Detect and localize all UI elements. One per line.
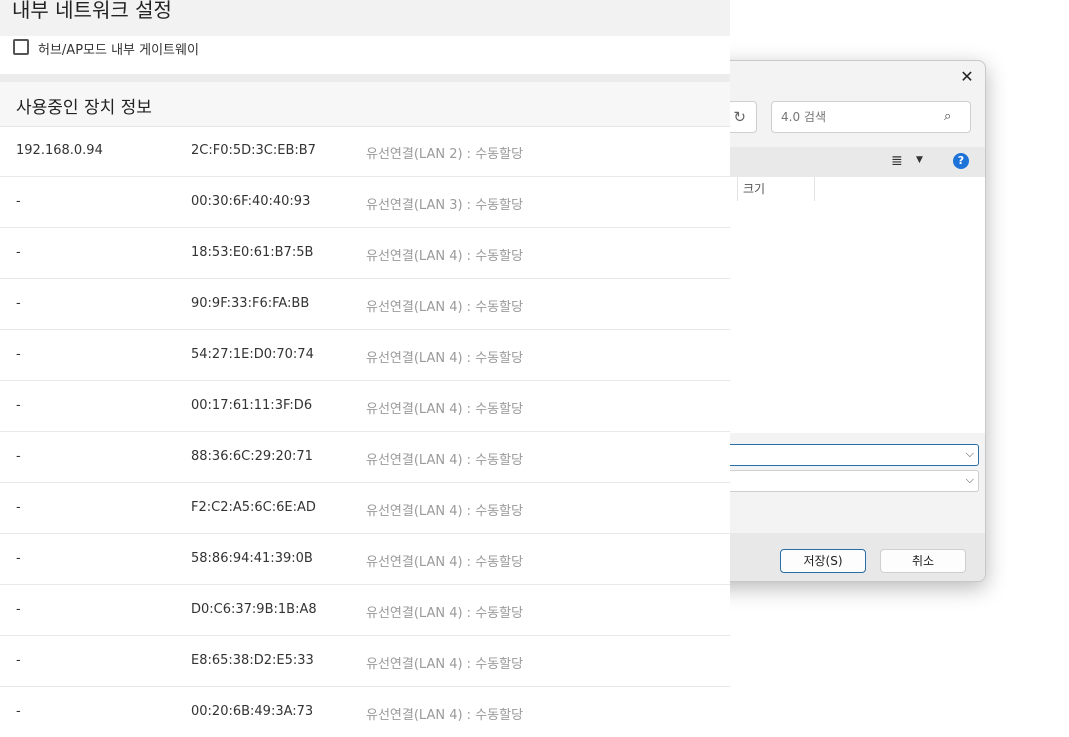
section-header: 사용중인 장치 정보 bbox=[0, 82, 730, 127]
table-row: - 58:86:94:41:39:0B 유선연결(LAN 4) : 수동할당 bbox=[0, 534, 730, 585]
device-connection: 유선연결(LAN 3) : 수동할당 bbox=[366, 198, 524, 213]
column-header-size[interactable]: 크기 bbox=[737, 177, 815, 201]
page-title: 내부 네트워크 설정 bbox=[12, 0, 172, 22]
device-mac: 2C:F0:5D:3C:EB:B7 bbox=[191, 143, 316, 158]
search-input[interactable] bbox=[771, 101, 971, 133]
table-row: - 54:27:1E:D0:70:74 유선연결(LAN 4) : 수동할당 bbox=[0, 330, 730, 381]
device-ip: - bbox=[16, 704, 21, 719]
table-row: - 90:9F:33:F6:FA:BB 유선연결(LAN 4) : 수동할당 bbox=[0, 279, 730, 330]
table-row: 192.168.0.94 2C:F0:5D:3C:EB:B7 유선연결(LAN 2)… bbox=[0, 126, 730, 177]
table-row: - 88:36:6C:29:20:71 유선연결(LAN 4) : 수동할당 bbox=[0, 432, 730, 483]
device-connection: 유선연결(LAN 4) : 수동할당 bbox=[366, 402, 524, 417]
device-connection: 유선연결(LAN 4) : 수동할당 bbox=[366, 351, 524, 366]
save-button[interactable]: 저장(S) bbox=[780, 549, 866, 573]
device-connection: 유선연결(LAN 4) : 수동할당 bbox=[366, 657, 524, 672]
save-dialog: ✕ ↻ ⌕ ≣ ▼ ? 크기 ⌵ ⌵ 저장(S) 취소 bbox=[690, 60, 986, 582]
device-connection: 유선연결(LAN 4) : 수동할당 bbox=[366, 504, 524, 519]
section-divider bbox=[0, 74, 730, 82]
device-connection: 유선연결(LAN 4) : 수동할당 bbox=[366, 300, 524, 315]
help-icon[interactable]: ? bbox=[953, 153, 969, 169]
chevron-down-icon[interactable]: ⌵ bbox=[966, 473, 974, 487]
device-connection: 유선연결(LAN 2) : 수동할당 bbox=[366, 147, 524, 162]
network-settings-page: 내부 네트워크 설정 허브/AP모드 내부 게이트웨이 사용중인 장치 정보 1… bbox=[0, 0, 730, 737]
chevron-down-icon[interactable]: ▼ bbox=[916, 155, 923, 165]
device-mac: 58:86:94:41:39:0B bbox=[191, 551, 313, 566]
hub-ap-mode-label[interactable]: 허브/AP모드 내부 게이트웨이 bbox=[38, 39, 199, 58]
device-mac: 54:27:1E:D0:70:74 bbox=[191, 347, 314, 362]
section-title: 사용중인 장치 정보 bbox=[16, 98, 152, 118]
close-icon[interactable]: ✕ bbox=[957, 67, 977, 87]
search-icon[interactable]: ⌕ bbox=[944, 109, 960, 125]
chevron-down-icon[interactable]: ⌵ bbox=[966, 447, 974, 461]
device-ip: 192.168.0.94 bbox=[16, 143, 103, 158]
dialog-footer: 저장(S) 취소 bbox=[691, 533, 985, 581]
filetype-select[interactable]: ⌵ bbox=[691, 470, 979, 492]
device-ip: - bbox=[16, 194, 21, 209]
table-row: - 18:53:E0:61:B7:5B 유선연결(LAN 4) : 수동할당 bbox=[0, 228, 730, 279]
device-mac: 88:36:6C:29:20:71 bbox=[191, 449, 313, 464]
table-row: - 00:17:61:11:3F:D6 유선연결(LAN 4) : 수동할당 bbox=[0, 381, 730, 432]
device-connection: 유선연결(LAN 4) : 수동할당 bbox=[366, 555, 524, 570]
device-ip: - bbox=[16, 500, 21, 515]
table-row: - 00:20:6B:49:3A:73 유선연결(LAN 4) : 수동할당 bbox=[0, 687, 730, 737]
dialog-toolbar bbox=[691, 147, 985, 177]
device-ip: - bbox=[16, 347, 21, 362]
device-mac: 90:9F:33:F6:FA:BB bbox=[191, 296, 310, 311]
device-ip: - bbox=[16, 449, 21, 464]
view-options-icon[interactable]: ≣ bbox=[891, 153, 903, 169]
device-connection: 유선연결(LAN 4) : 수동할당 bbox=[366, 708, 524, 723]
file-list[interactable]: 크기 bbox=[691, 177, 985, 433]
page-header: 내부 네트워크 설정 bbox=[0, 0, 730, 36]
cancel-button[interactable]: 취소 bbox=[880, 549, 966, 573]
device-connection: 유선연결(LAN 4) : 수동할당 bbox=[366, 453, 524, 468]
device-connection: 유선연결(LAN 4) : 수동할당 bbox=[366, 249, 524, 264]
device-ip: - bbox=[16, 653, 21, 668]
device-mac: 18:53:E0:61:B7:5B bbox=[191, 245, 314, 260]
hub-ap-mode-checkbox[interactable] bbox=[13, 39, 29, 55]
table-row: - E8:65:38:D2:E5:33 유선연결(LAN 4) : 수동할당 bbox=[0, 636, 730, 687]
filename-field[interactable]: ⌵ bbox=[691, 444, 979, 466]
device-connection: 유선연결(LAN 4) : 수동할당 bbox=[366, 606, 524, 621]
device-mac: 00:30:6F:40:40:93 bbox=[191, 194, 311, 209]
table-row: - D0:C6:37:9B:1B:A8 유선연결(LAN 4) : 수동할당 bbox=[0, 585, 730, 636]
device-ip: - bbox=[16, 296, 21, 311]
device-ip: - bbox=[16, 602, 21, 617]
device-mac: D0:C6:37:9B:1B:A8 bbox=[191, 602, 317, 617]
device-ip: - bbox=[16, 245, 21, 260]
device-list: 192.168.0.94 2C:F0:5D:3C:EB:B7 유선연결(LAN 2)… bbox=[0, 126, 730, 737]
device-mac: 00:17:61:11:3F:D6 bbox=[191, 398, 313, 413]
hub-ap-mode-row: 허브/AP모드 내부 게이트웨이 bbox=[0, 36, 730, 74]
device-mac: E8:65:38:D2:E5:33 bbox=[191, 653, 314, 668]
table-row: - 00:30:6F:40:40:93 유선연결(LAN 3) : 수동할당 bbox=[0, 177, 730, 228]
device-ip: - bbox=[16, 398, 21, 413]
device-ip: - bbox=[16, 551, 21, 566]
device-mac: 00:20:6B:49:3A:73 bbox=[191, 704, 314, 719]
table-row: - F2:C2:A5:6C:6E:AD 유선연결(LAN 4) : 수동할당 bbox=[0, 483, 730, 534]
device-mac: F2:C2:A5:6C:6E:AD bbox=[191, 500, 316, 515]
